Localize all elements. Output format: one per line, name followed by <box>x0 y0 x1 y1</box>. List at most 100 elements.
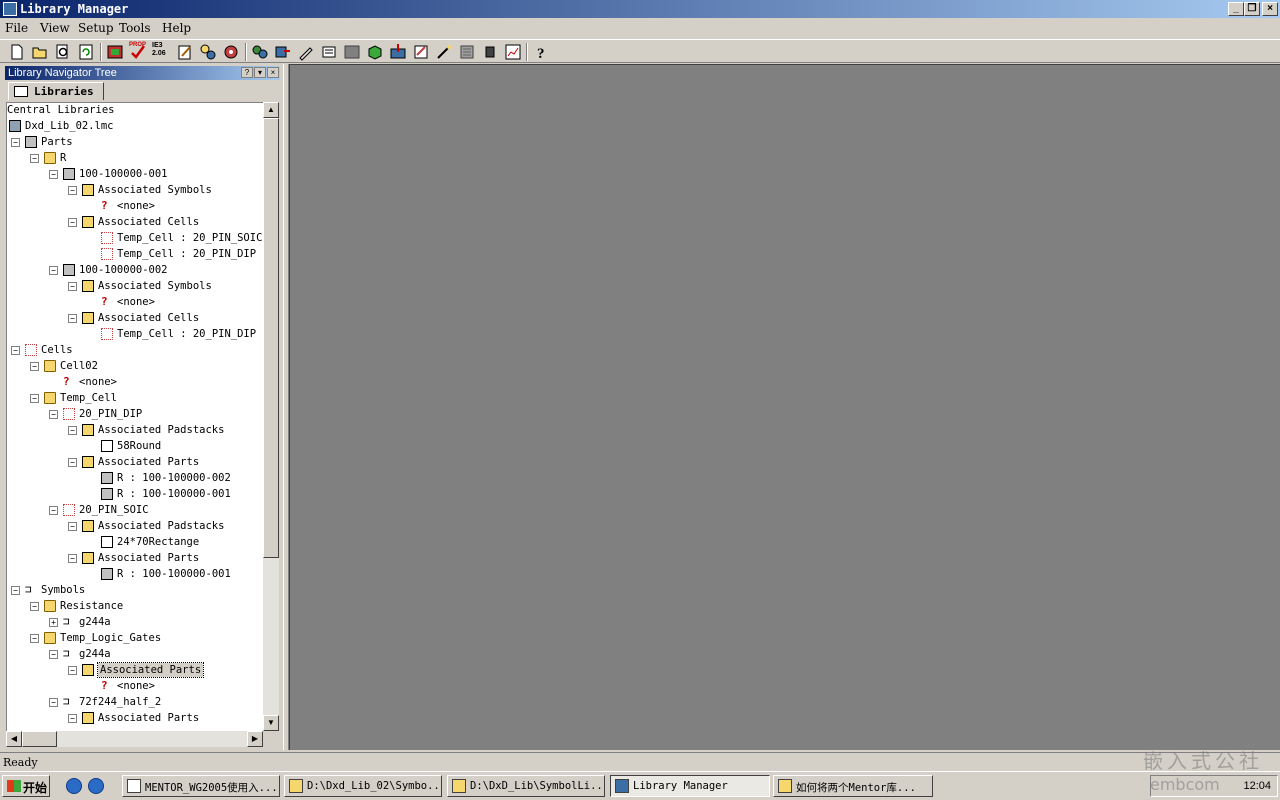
cell-icon[interactable] <box>297 43 315 61</box>
scroll-thumb[interactable] <box>263 118 279 558</box>
collapse-icon[interactable]: − <box>68 714 77 723</box>
menu-file[interactable]: File <box>5 21 28 35</box>
start-button[interactable]: 开始 <box>2 775 50 797</box>
edit-icon[interactable] <box>176 43 194 61</box>
tree-node[interactable]: 24*70Rectange <box>7 535 263 549</box>
scroll-down-button[interactable]: ▼ <box>263 715 279 731</box>
graph-icon[interactable] <box>504 43 522 61</box>
collapse-icon[interactable]: − <box>68 282 77 291</box>
refresh-icon[interactable] <box>77 43 95 61</box>
tree-node[interactable]: − R <box>7 151 263 165</box>
tree-node[interactable]: − Cells <box>7 343 263 357</box>
tree-node[interactable]: Dxd_Lib_02.lmc <box>7 119 263 133</box>
ie-icon[interactable] <box>66 778 82 794</box>
tree-node[interactable]: − Parts <box>7 135 263 149</box>
hscroll-thumb[interactable] <box>22 731 57 747</box>
help-icon[interactable]: ? <box>532 43 550 61</box>
collapse-icon[interactable]: − <box>30 634 39 643</box>
tree-node[interactable]: − Associated Parts <box>7 662 263 678</box>
menu-view[interactable]: View <box>40 21 70 35</box>
wizard-icon[interactable] <box>435 43 453 61</box>
library-tree[interactable]: Central Libraries Dxd_Lib_02.lmc − Parts − R −… <box>6 102 263 731</box>
collapse-icon[interactable]: − <box>11 586 20 595</box>
tree-node[interactable]: − Associated Padstacks <box>7 519 263 533</box>
tree-horizontal-scrollbar[interactable]: ◀ ▶ <box>6 731 263 747</box>
find-icon[interactable] <box>54 43 72 61</box>
collapse-icon[interactable]: − <box>49 698 58 707</box>
open-icon[interactable] <box>31 43 49 61</box>
report-icon[interactable] <box>458 43 476 61</box>
tree-node[interactable]: Temp_Cell : 20_PIN_SOIC <box>7 231 263 245</box>
expand-icon[interactable]: + <box>49 618 58 627</box>
taskbar-task[interactable]: MENTOR_WG2005使用入... <box>122 775 280 797</box>
collapse-icon[interactable]: − <box>68 186 77 195</box>
collapse-icon[interactable]: − <box>68 666 77 675</box>
tree-node[interactable]: − Associated Symbols <box>7 183 263 197</box>
tree-node[interactable]: + ⊐ g244a <box>7 615 263 629</box>
tree-node[interactable]: − ⊐ g244a <box>7 647 263 661</box>
tree-node[interactable]: R : 100-100000-001 <box>7 487 263 501</box>
collapse-icon[interactable]: − <box>49 410 58 419</box>
collapse-icon[interactable]: − <box>49 650 58 659</box>
tree-node[interactable]: 58Round <box>7 439 263 453</box>
tree-node[interactable]: − Temp_Cell <box>7 391 263 405</box>
collapse-icon[interactable]: − <box>68 554 77 563</box>
tree-node[interactable]: − Associated Cells <box>7 215 263 229</box>
collapse-icon[interactable]: − <box>49 506 58 515</box>
collapse-icon[interactable]: − <box>68 218 77 227</box>
collapse-icon[interactable]: − <box>68 314 77 323</box>
collapse-icon[interactable]: − <box>11 138 20 147</box>
collapse-icon[interactable]: − <box>30 154 39 163</box>
ies-label[interactable]: IE3 2.06 <box>152 42 172 60</box>
tree-node[interactable]: − 100-100000-002 <box>7 263 263 277</box>
tree-node[interactable]: − Cell02 <box>7 359 263 373</box>
collapse-icon[interactable]: − <box>49 170 58 179</box>
panel-close-button[interactable]: × <box>267 67 279 78</box>
tree-node[interactable]: ? <none> <box>7 375 263 389</box>
close-button[interactable]: × <box>1262 2 1278 16</box>
scroll-left-button[interactable]: ◀ <box>6 731 22 747</box>
tree-node[interactable]: ? <none> <box>7 199 263 213</box>
tools-icon[interactable] <box>222 43 240 61</box>
tree-node[interactable]: Temp_Cell : 20_PIN_DIP <box>7 327 263 341</box>
collapse-icon[interactable]: − <box>11 346 20 355</box>
tree-vertical-scrollbar[interactable]: ▲ ▼ <box>263 102 279 731</box>
padstack-icon[interactable] <box>274 43 292 61</box>
export-icon[interactable] <box>412 43 430 61</box>
scroll-up-button[interactable]: ▲ <box>263 102 279 118</box>
part-editor-icon[interactable] <box>106 43 124 61</box>
tree-node[interactable]: Central Libraries <box>7 103 263 117</box>
tree-node[interactable]: − ⊐ Symbols <box>7 583 263 597</box>
tree-node[interactable]: R : 100-100000-002 <box>7 471 263 485</box>
menu-setup[interactable]: Setup <box>78 21 114 35</box>
tree-node[interactable]: R : 100-100000-001 <box>7 567 263 581</box>
gray-icon[interactable] <box>343 43 361 61</box>
tree-node[interactable]: − 100-100000-001 <box>7 167 263 181</box>
minimize-button[interactable]: _ <box>1228 2 1244 16</box>
tree-node[interactable]: − Associated Cells <box>7 311 263 325</box>
panel-menu-button[interactable]: ▾ <box>254 67 266 78</box>
taskbar-task[interactable]: Library Manager <box>610 775 770 797</box>
taskbar-task[interactable]: D:\Dxd_Lib_02\Symbo... <box>284 775 442 797</box>
list-icon[interactable] <box>320 43 338 61</box>
menu-help[interactable]: Help <box>162 21 191 35</box>
collapse-icon[interactable]: − <box>30 602 39 611</box>
3d-icon[interactable] <box>366 43 384 61</box>
tree-node[interactable]: − ⊐ 72f244_half_2 <box>7 695 263 709</box>
scroll-right-button[interactable]: ▶ <box>247 731 263 747</box>
chip-icon[interactable] <box>481 43 499 61</box>
menu-tools[interactable]: Tools <box>119 21 151 35</box>
tree-node[interactable]: − 20_PIN_SOIC <box>7 503 263 517</box>
panel-help-button[interactable]: ? <box>241 67 253 78</box>
tree-node[interactable]: − Associated Parts <box>7 711 263 725</box>
collapse-icon[interactable]: − <box>68 426 77 435</box>
import-icon[interactable] <box>389 43 407 61</box>
tree-node[interactable]: − Resistance <box>7 599 263 613</box>
collapse-icon[interactable]: − <box>49 266 58 275</box>
tree-node[interactable]: − Temp_Logic_Gates <box>7 631 263 645</box>
settings-icon[interactable] <box>199 43 217 61</box>
collapse-icon[interactable]: − <box>30 394 39 403</box>
tab-libraries[interactable]: Libraries <box>8 82 104 100</box>
taskbar-task[interactable]: D:\DxD_Lib\SymbolLi... <box>447 775 605 797</box>
tree-node[interactable]: Temp_Cell : 20_PIN_DIP <box>7 247 263 261</box>
